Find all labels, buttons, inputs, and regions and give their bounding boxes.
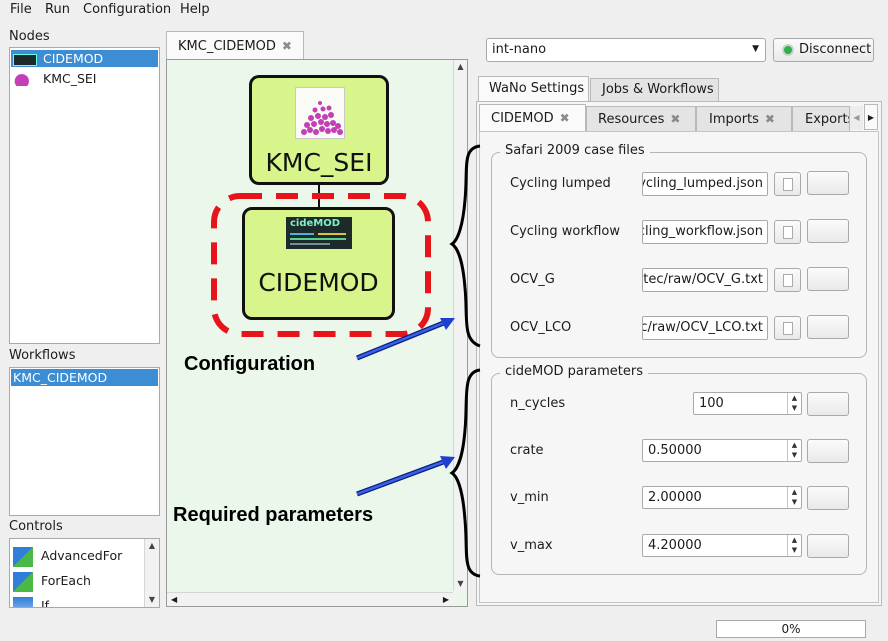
list-item[interactable]: CIDEMOD	[11, 50, 158, 67]
cidemod-thumbnail-icon	[13, 53, 37, 66]
spin-arrows-icon[interactable]: ▲ ▼	[787, 535, 801, 556]
menu-help[interactable]: Help	[180, 2, 210, 17]
chevron-down-icon: ▼	[752, 44, 759, 54]
scroll-left-icon[interactable]: ◀	[171, 593, 177, 607]
nodes-list[interactable]: CIDEMOD KMC_SEI	[9, 47, 160, 344]
node-kmc-sei[interactable]: KMC_SEI	[249, 75, 389, 185]
field-label: n_cycles	[510, 396, 566, 411]
annotation-configuration: Configuration	[184, 353, 316, 375]
v-max-spinbox[interactable]: 4.20000 ▲ ▼	[642, 534, 802, 557]
field-label: v_min	[510, 490, 549, 505]
spin-arrows-icon[interactable]: ▲ ▼	[787, 440, 801, 461]
controls-label: Controls	[9, 519, 63, 534]
spin-arrows-icon[interactable]: ▲ ▼	[787, 393, 801, 414]
tab-resources[interactable]: Resources ✖	[586, 106, 696, 132]
file-browse-button[interactable]	[774, 220, 801, 244]
scroll-down-icon[interactable]: ▼	[454, 577, 467, 591]
node-cidemod[interactable]: cideMOD CIDEMOD	[242, 207, 395, 320]
file-path-field[interactable]: letec/raw/OCV_G.txt	[642, 268, 768, 292]
file-icon	[783, 322, 793, 335]
tab-scroll-left-icon[interactable]: ◀	[850, 106, 863, 130]
tab-kmc-cidemod[interactable]: KMC_CIDEMOD ✖	[166, 31, 304, 60]
spin-arrows-icon[interactable]: ▲ ▼	[787, 487, 801, 508]
menu-file[interactable]: File	[10, 2, 32, 17]
tab-cidemod[interactable]: CIDEMOD ✖	[479, 104, 586, 132]
tab-imports[interactable]: Imports ✖	[696, 106, 792, 132]
tab-wano-settings[interactable]: WaNo Settings	[478, 76, 589, 101]
scroll-right-icon[interactable]: ▶	[443, 593, 449, 607]
field-label: v_max	[510, 538, 553, 553]
cidemod-logo: cideMOD	[286, 217, 352, 249]
node-title: CIDEMOD	[258, 268, 379, 297]
field-option-button[interactable]	[807, 171, 849, 195]
cidemod-logo-text: cideMOD	[290, 218, 341, 229]
workflows-list[interactable]: KMC_CIDEMOD	[9, 367, 160, 516]
field-option-button[interactable]	[807, 486, 849, 510]
menu-run[interactable]: Run	[45, 2, 70, 17]
close-icon[interactable]: ✖	[670, 112, 680, 126]
menu-configuration[interactable]: Configuration	[83, 2, 171, 17]
close-icon[interactable]: ✖	[282, 39, 292, 53]
scroll-up-icon[interactable]: ▲	[454, 60, 467, 74]
close-icon[interactable]: ✖	[765, 112, 775, 126]
field-label: crate	[510, 443, 544, 458]
field-option-button[interactable]	[807, 267, 849, 291]
workflows-label: Workflows	[9, 348, 76, 363]
group-title: Safari 2009 case files	[500, 143, 650, 158]
controls-list[interactable]: AdvancedFor ForEach If ▲ ▼	[9, 538, 160, 608]
field-option-button[interactable]	[807, 315, 849, 339]
kmc-sei-structure-image	[295, 87, 345, 139]
file-icon	[783, 226, 793, 239]
nodes-label: Nodes	[9, 29, 50, 44]
field-option-button[interactable]	[807, 439, 849, 463]
n-cycles-spinbox[interactable]: 100 ▲ ▼	[693, 392, 802, 415]
field-label: OCV_G	[510, 272, 555, 287]
file-path-field[interactable]: ec/raw/OCV_LCO.txt	[642, 316, 768, 340]
tab-jobs-workflows[interactable]: Jobs & Workflows	[590, 78, 719, 101]
list-item[interactable]: AdvancedFor	[11, 545, 158, 567]
menu-bar: File Run Configuration Help	[0, 0, 888, 20]
tab-scroll-right-icon[interactable]: ▶	[864, 104, 878, 130]
file-browse-button[interactable]	[774, 268, 801, 292]
close-icon[interactable]: ✖	[560, 111, 570, 125]
list-item[interactable]: KMC_CIDEMOD	[11, 369, 158, 386]
file-browse-button[interactable]	[774, 172, 801, 196]
field-label: Cycling lumped	[510, 176, 611, 191]
field-option-button[interactable]	[807, 534, 849, 558]
crate-spinbox[interactable]: 0.50000 ▲ ▼	[642, 439, 802, 462]
list-item[interactable]: KMC_SEI	[11, 70, 158, 87]
server-combo[interactable]: int-nano ▼	[486, 38, 766, 62]
progress-label: 0%	[781, 622, 801, 636]
file-browse-button[interactable]	[774, 316, 801, 340]
controls-scrollbar[interactable]: ▲ ▼	[144, 539, 159, 607]
scroll-down-icon[interactable]: ▼	[145, 593, 159, 607]
canvas-vscrollbar[interactable]: ▲ ▼	[453, 60, 467, 591]
disconnect-button[interactable]: Disconnect	[773, 38, 874, 62]
list-item[interactable]: ForEach	[11, 570, 158, 592]
kmc-sei-icon	[13, 73, 35, 86]
field-option-button[interactable]	[807, 219, 849, 243]
canvas-hscrollbar[interactable]: ◀ ▶	[167, 592, 453, 606]
connection-status-icon	[782, 44, 794, 56]
scroll-up-icon[interactable]: ▲	[145, 539, 159, 553]
progress-bar: 0%	[716, 620, 866, 638]
v-min-spinbox[interactable]: 2.00000 ▲ ▼	[642, 486, 802, 509]
node-title: KMC_SEI	[265, 148, 373, 177]
file-icon	[783, 178, 793, 191]
for-each-icon	[13, 571, 33, 592]
field-option-button[interactable]	[807, 392, 849, 416]
group-title: cideMOD parameters	[500, 364, 649, 379]
field-label: OCV_LCO	[510, 320, 572, 335]
if-icon	[13, 596, 33, 607]
advanced-for-icon	[13, 546, 33, 567]
file-path-field[interactable]: cycling_lumped.json	[642, 172, 768, 196]
field-label: Cycling workflow	[510, 224, 620, 239]
tab-exports[interactable]: Exports	[792, 106, 850, 132]
list-item[interactable]: If	[11, 595, 158, 607]
file-icon	[783, 274, 793, 287]
annotation-required-parameters: Required parameters	[173, 504, 374, 526]
file-path-field[interactable]: cycling_workflow.json	[642, 220, 768, 244]
